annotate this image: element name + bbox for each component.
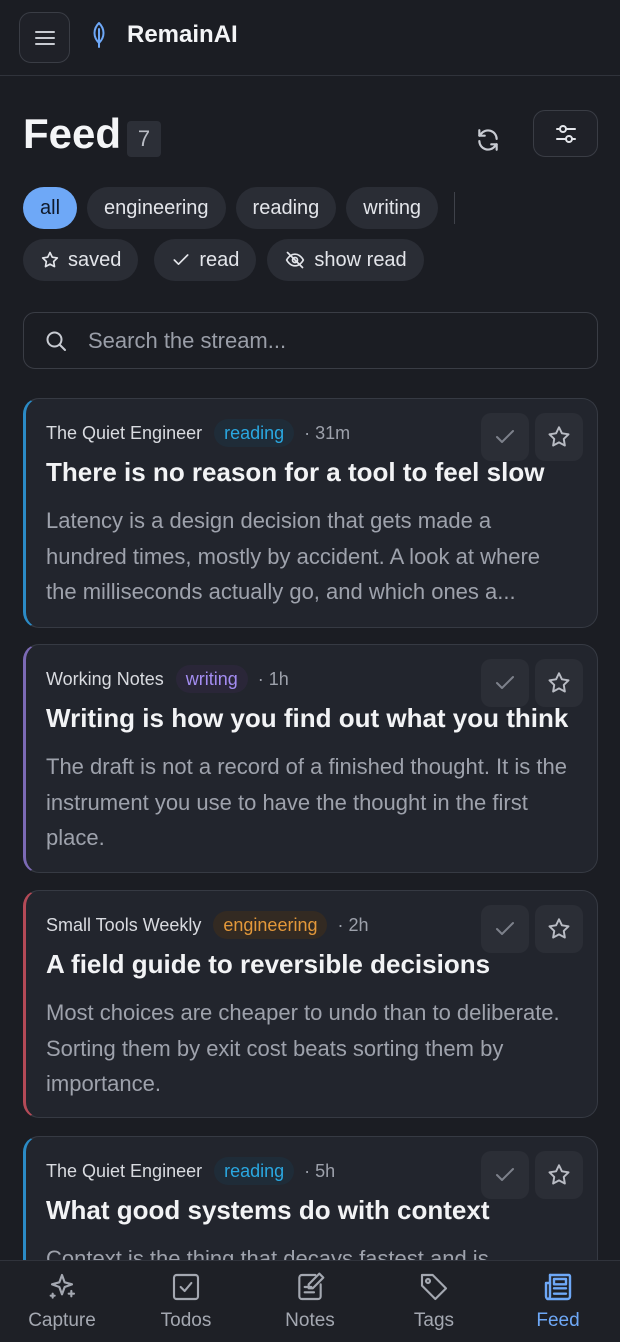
nav-capture[interactable]: Capture [0, 1261, 124, 1342]
topic-filter-row: all engineering reading writing [23, 187, 456, 229]
check-icon [496, 1168, 514, 1181]
save-button[interactable] [535, 1151, 583, 1199]
feed-card[interactable]: Working Notes writing · 1h Writing is ho… [23, 644, 598, 873]
card-tag[interactable]: reading [214, 419, 295, 447]
newspaper-icon [542, 1271, 574, 1303]
search-bar [23, 312, 598, 369]
card-title[interactable]: A field guide to reversible decisions [46, 949, 490, 980]
menu-button[interactable] [19, 12, 70, 63]
feed-list: The Quiet Engineer reading · 31m There i… [23, 398, 598, 1260]
feather-icon [93, 21, 105, 48]
save-button[interactable] [535, 413, 583, 461]
app-name: RemainAI [127, 20, 238, 48]
star-icon [548, 918, 570, 939]
card-time: · 31m [304, 422, 351, 443]
check-icon [171, 250, 191, 270]
card-excerpt: Latency is a design decision that gets m… [46, 508, 541, 604]
feed-card[interactable]: Small Tools Weekly engineering · 2h A fi… [23, 890, 598, 1118]
card-meta: Small Tools Weekly engineering · 2h [46, 911, 369, 939]
page-header: Feed 7 [23, 108, 598, 160]
mark-read-button[interactable] [481, 659, 529, 707]
card-excerpt: Context is the thing that decays fastest… [46, 1246, 489, 1260]
chip-all[interactable]: all [23, 187, 78, 229]
refresh-icon [478, 129, 498, 151]
save-button[interactable] [535, 659, 583, 707]
tag-icon [418, 1271, 450, 1303]
menu-icon [34, 30, 55, 45]
chip-divider [454, 192, 456, 224]
card-excerpt: The draft is not a record of a finished … [46, 754, 567, 850]
chip-reading[interactable]: reading [235, 187, 337, 229]
card-title[interactable]: There is no reason for a tool to feel sl… [46, 457, 544, 488]
chip-saved[interactable]: saved [23, 239, 139, 281]
count-badge: 7 [127, 121, 161, 157]
card-meta: Working Notes writing · 1h [46, 665, 289, 693]
card-excerpt: Most choices are cheaper to undo than to… [46, 1000, 560, 1096]
checkbox-icon [170, 1271, 202, 1303]
card-tag[interactable]: writing [175, 665, 248, 693]
mark-read-button[interactable] [481, 905, 529, 953]
chip-engineering[interactable]: engineering [87, 187, 226, 229]
save-button[interactable] [535, 905, 583, 953]
feed-card[interactable]: The Quiet Engineer reading · 31m There i… [23, 398, 598, 628]
search-icon [46, 331, 66, 351]
feed-card[interactable]: The Quiet Engineer reading · 5h What goo… [23, 1136, 598, 1260]
nav-feed[interactable]: Feed [496, 1261, 620, 1342]
page-title: Feed [23, 110, 122, 157]
bottom-nav: Capture Todos Notes Tags Feed [0, 1260, 620, 1342]
top-bar: RemainAI [0, 0, 620, 76]
star-icon [548, 672, 570, 693]
card-tag[interactable]: reading [214, 1157, 295, 1185]
state-filter-row: saved read show read [23, 239, 434, 281]
chip-read[interactable]: read [154, 239, 257, 281]
mark-read-button[interactable] [481, 1151, 529, 1199]
star-icon [40, 250, 60, 270]
nav-tags[interactable]: Tags [372, 1261, 496, 1342]
card-source[interactable]: Working Notes [46, 669, 164, 690]
check-icon [496, 430, 514, 443]
eye-off-icon [284, 250, 306, 270]
chip-writing[interactable]: writing [346, 187, 439, 229]
card-time: · 1h [257, 668, 289, 689]
card-tag[interactable]: engineering [213, 911, 328, 939]
chip-show-read[interactable]: show read [267, 239, 424, 281]
card-meta: The Quiet Engineer reading · 31m [46, 419, 350, 447]
card-title[interactable]: What good systems do with context [46, 1195, 489, 1226]
note-edit-icon [294, 1271, 326, 1303]
star-icon [548, 426, 570, 447]
card-time: · 5h [304, 1160, 336, 1181]
star-icon [548, 1164, 570, 1185]
check-icon [496, 676, 514, 689]
nav-todos[interactable]: Todos [124, 1261, 248, 1342]
refresh-button[interactable] [464, 116, 512, 164]
card-meta: The Quiet Engineer reading · 5h [46, 1157, 335, 1185]
card-source[interactable]: The Quiet Engineer [46, 423, 202, 444]
search-input[interactable] [88, 327, 568, 354]
card-source[interactable]: The Quiet Engineer [46, 1161, 202, 1182]
sliders-icon [555, 124, 576, 143]
mark-read-button[interactable] [481, 413, 529, 461]
nav-notes[interactable]: Notes [248, 1261, 372, 1342]
card-source[interactable]: Small Tools Weekly [46, 915, 201, 936]
card-time: · 2h [337, 914, 369, 935]
card-title[interactable]: Writing is how you find out what you thi… [46, 703, 568, 734]
filter-settings-button[interactable] [533, 110, 598, 157]
brand: RemainAI [88, 21, 238, 49]
sparkle-icon [46, 1271, 78, 1303]
check-icon [496, 922, 514, 935]
